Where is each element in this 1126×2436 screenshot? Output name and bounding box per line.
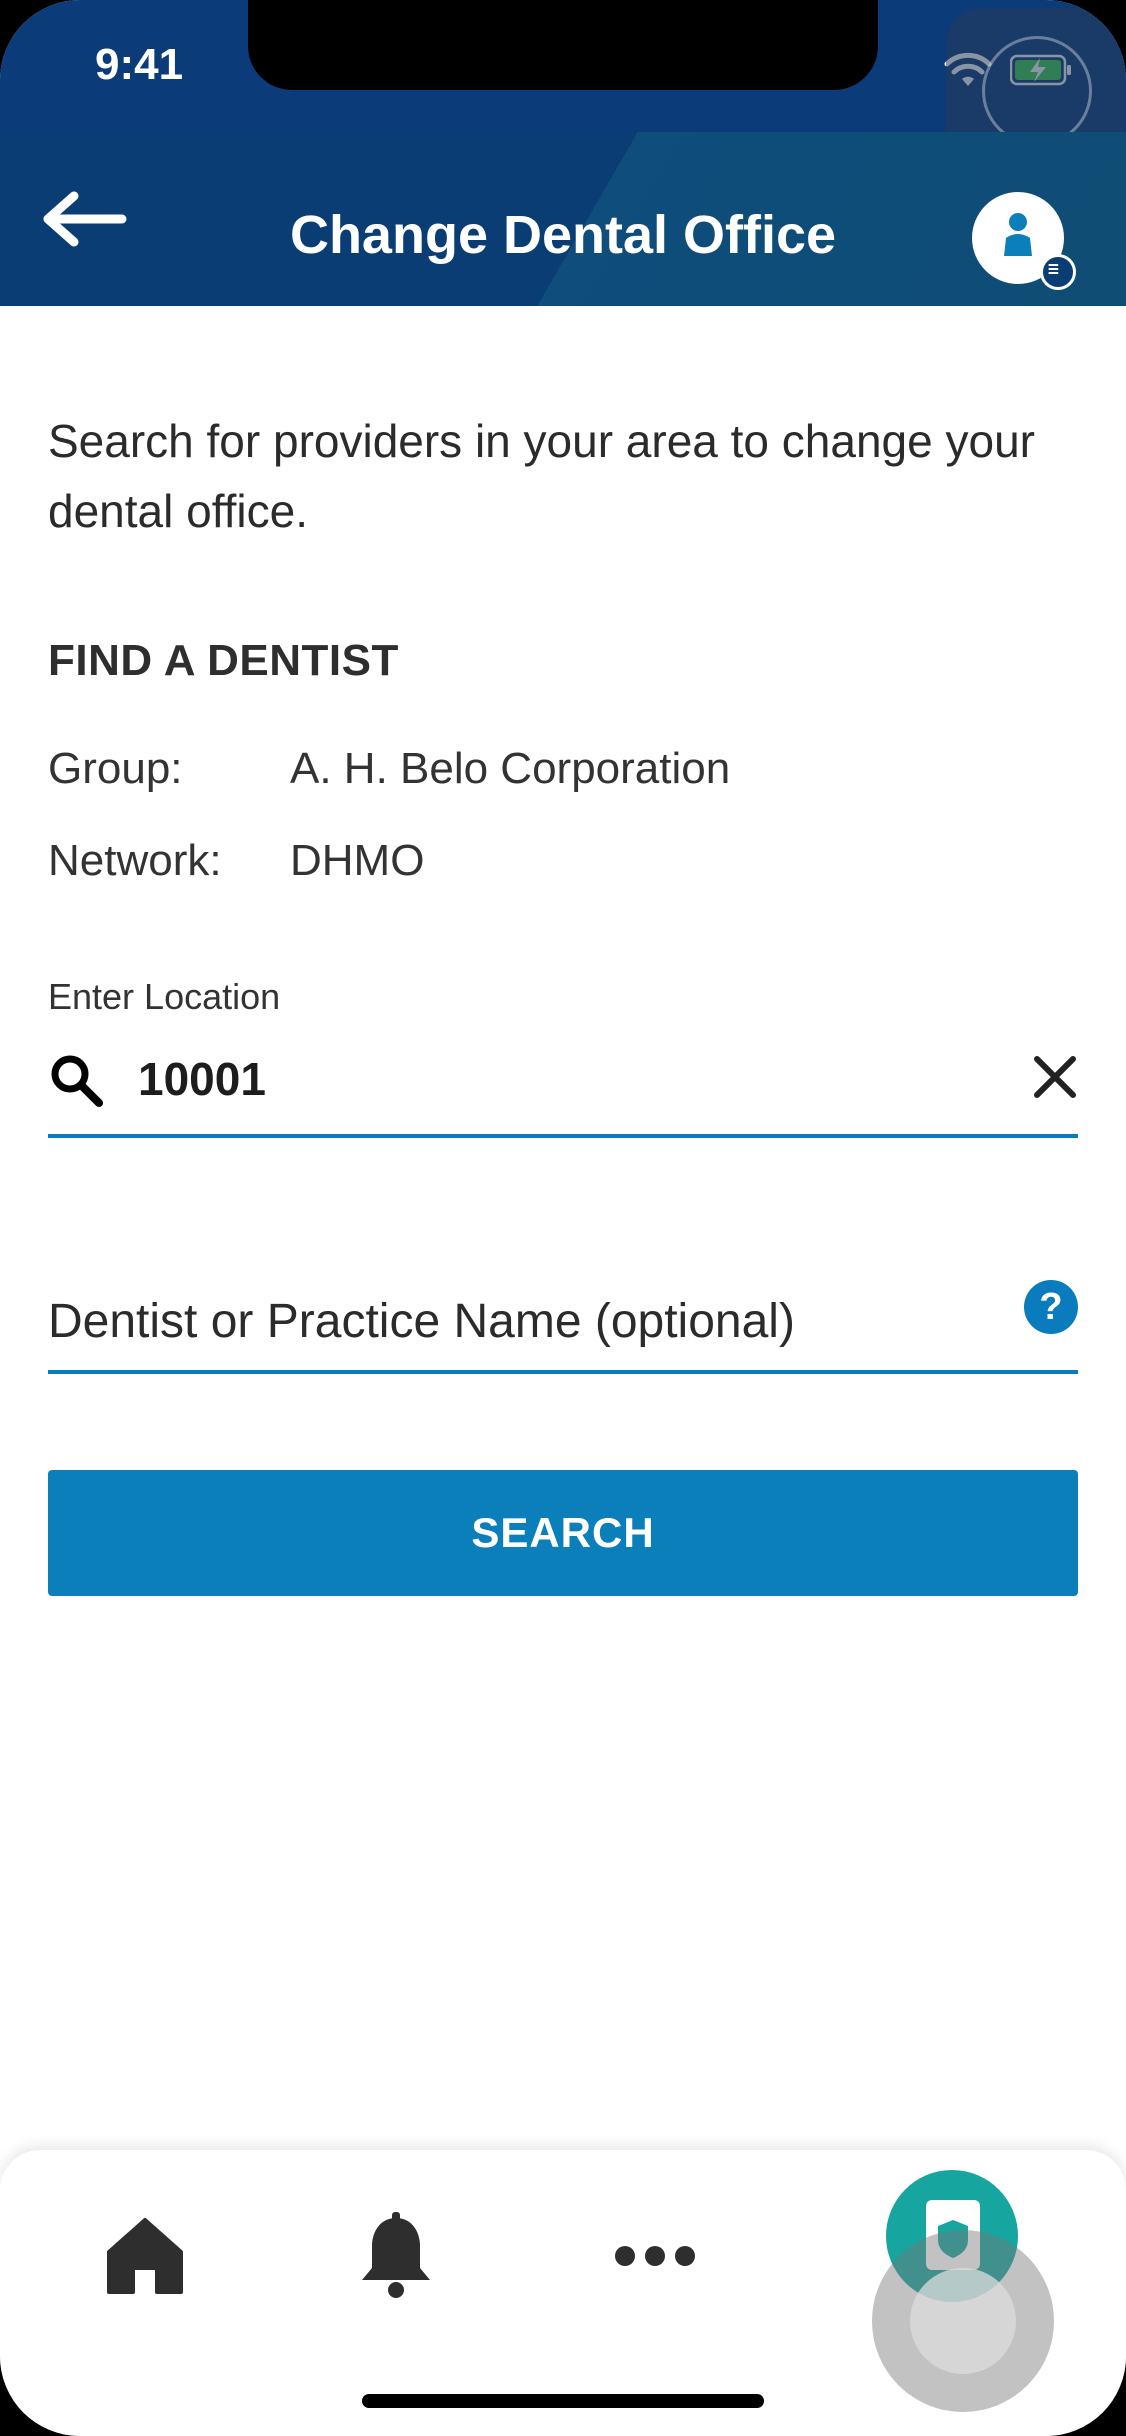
search-button[interactable]: SEARCH [48,1470,1078,1596]
home-indicator[interactable] [362,2394,764,2408]
profile-menu-badge [1040,254,1076,290]
dentist-name-field: ? [48,1266,1078,1374]
location-input[interactable] [138,1044,938,1114]
notch [248,0,878,90]
bell-icon[interactable] [346,2206,446,2306]
search-icon [51,1055,103,1107]
intro-text: Search for providers in your area to cha… [48,415,1035,537]
app-header: Change Dental Office [0,132,1126,306]
more-icon[interactable] [605,2206,705,2306]
network-label: Network: [48,836,222,885]
group-value: A. H. Belo Corporation [290,744,731,793]
location-label: Enter Location [48,976,281,1017]
group-label: Group: [48,744,183,793]
profile-button[interactable] [972,192,1076,290]
page-title: Change Dental Office [289,205,837,265]
phone-screen: 9:41 Change Dental Office Search for pro… [0,0,1126,2436]
assistive-touch-button[interactable] [872,2230,1054,2412]
status-bar: 9:41 [0,0,1126,178]
help-icon[interactable]: ? [1024,1280,1078,1334]
home-icon[interactable] [95,2206,195,2306]
status-time: 9:41 [95,40,184,89]
location-field [48,1030,1078,1138]
network-value: DHMO [290,836,425,885]
section-title: FIND A DENTIST [48,636,399,685]
close-icon[interactable] [1032,1054,1078,1100]
dentist-name-input[interactable] [48,1286,988,1356]
